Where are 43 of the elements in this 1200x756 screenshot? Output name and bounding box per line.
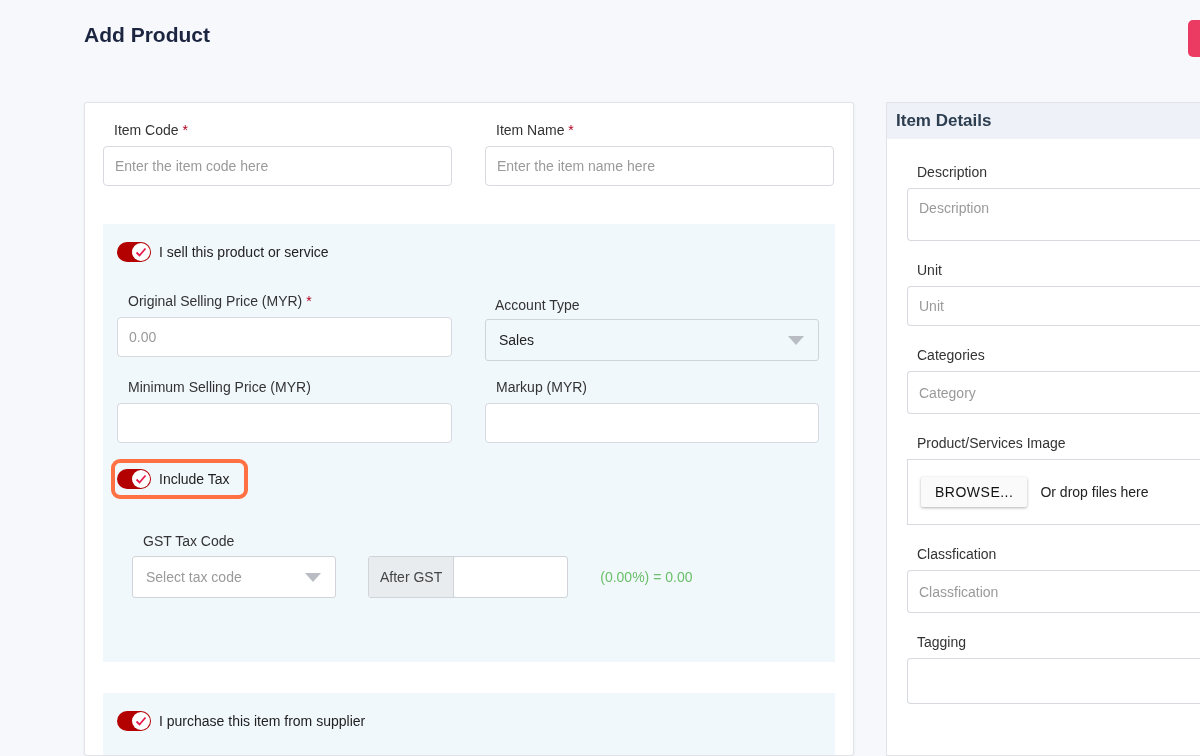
input-field[interactable]: Enter the item code here xyxy=(103,146,452,186)
input-field[interactable]: Unit xyxy=(907,286,1200,326)
field-label: Markup (MYR) xyxy=(496,379,588,395)
tax-result: (0.00%) = 0.00 xyxy=(600,569,693,585)
sales-section: I sell this product or service Original Selling Price (MYR) * 0.00 Account Type Sales Minimum Selling Price (MYR) Markup (MYR) Include Tax GST Tax Code Select tax code After GST (0.00%) = 0.00 xyxy=(103,224,835,662)
field-label: Description xyxy=(917,164,989,180)
input-addon: After GST xyxy=(369,557,455,597)
browse-button[interactable]: BROWSE... xyxy=(921,477,1028,507)
page-title: Add Product xyxy=(84,22,210,47)
caret-icon xyxy=(305,572,321,582)
toggle-switch[interactable] xyxy=(117,469,151,489)
drop-hint: Or drop files here xyxy=(1040,484,1149,500)
input-field[interactable]: Description xyxy=(907,188,1200,241)
field-label: Classfication xyxy=(917,546,998,562)
field-label: Unit xyxy=(917,262,943,278)
check-icon xyxy=(135,247,147,257)
dropdown[interactable]: Sales xyxy=(485,319,819,361)
toggle-label: I purchase this item from supplier xyxy=(159,713,366,729)
field-label: Tagging xyxy=(917,634,968,650)
toggle-label: Include Tax xyxy=(159,471,230,487)
field-label: Categories xyxy=(917,347,986,363)
check-icon xyxy=(135,716,147,726)
check-icon xyxy=(135,474,147,484)
toggle-switch[interactable] xyxy=(117,242,151,262)
drop-zone[interactable]: BROWSE... Or drop files here xyxy=(907,459,1200,525)
input-field[interactable] xyxy=(117,403,452,443)
input-field[interactable]: 0.00 xyxy=(117,317,452,357)
input-field[interactable]: Category xyxy=(907,371,1200,414)
field-label: Minimum Selling Price (MYR) xyxy=(128,379,312,395)
field-label: Product/Services Image xyxy=(917,435,1067,451)
input-field[interactable] xyxy=(485,403,819,443)
toggle-switch[interactable] xyxy=(117,711,151,731)
panel-title: Item Details xyxy=(887,103,1200,139)
toggle-label: I sell this product or service xyxy=(159,244,329,260)
field-label: Original Selling Price (MYR) * xyxy=(128,293,313,309)
field-label: Item Name * xyxy=(496,122,575,138)
field-label: Item Code * xyxy=(114,122,189,138)
input-field[interactable] xyxy=(907,658,1200,704)
input-field[interactable] xyxy=(454,557,568,597)
field-label: Account Type xyxy=(495,297,581,313)
input-field[interactable]: Classfication xyxy=(907,570,1200,613)
input-field[interactable]: Enter the item name here xyxy=(485,146,834,186)
caret-icon xyxy=(788,335,804,345)
